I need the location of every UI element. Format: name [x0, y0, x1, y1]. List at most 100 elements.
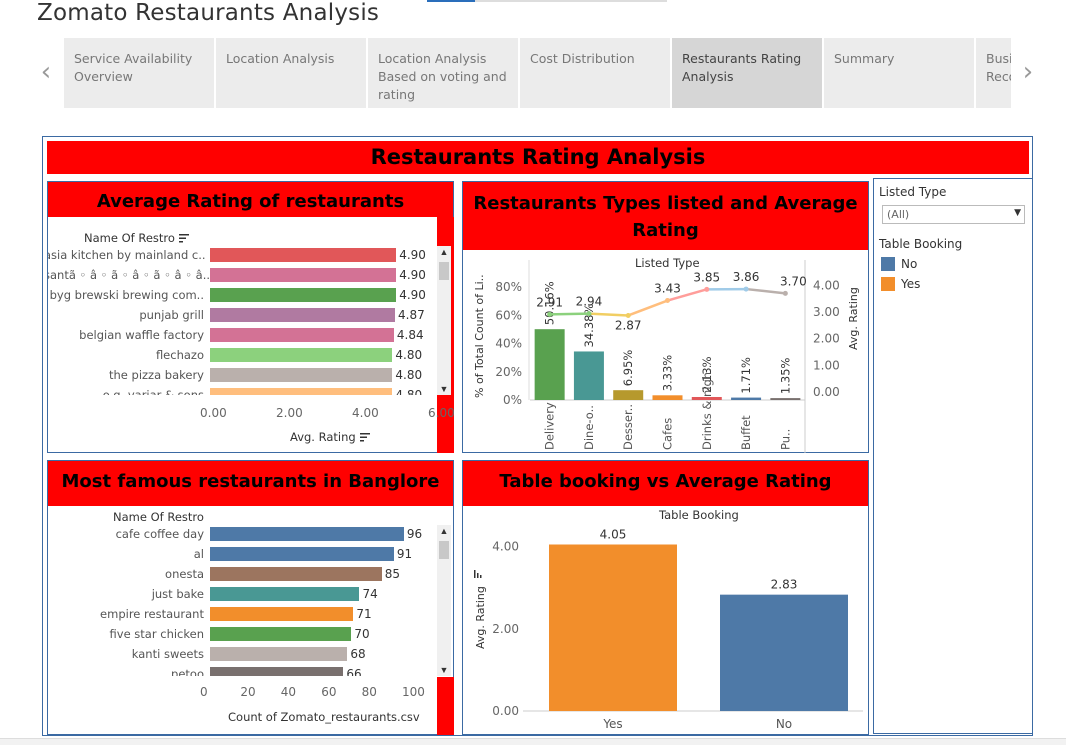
row-label: belgian waffle factory: [79, 328, 204, 342]
bar-value-label: 1.35%: [778, 357, 792, 394]
row-label: petoo: [171, 667, 204, 676]
bottom-tab-strip: [0, 738, 1066, 745]
tab-service-availability[interactable]: Service Availability Overview: [64, 38, 214, 108]
vertical-scrollbar[interactable]: ▲ ▼: [437, 246, 451, 395]
row-label: flechazo: [155, 348, 204, 362]
row-label: kanti sweets: [131, 647, 204, 661]
top-scrollbar-thumb[interactable]: [427, 0, 475, 2]
chevron-down-icon[interactable]: ▼: [1014, 208, 1021, 218]
bar[interactable]: [210, 647, 348, 661]
bar[interactable]: [720, 594, 848, 711]
restaurant-types-panel-title: Restaurants Types listed and Average Rat…: [463, 182, 868, 250]
bar-value-label: 85: [384, 567, 400, 581]
bar[interactable]: [210, 348, 393, 362]
bar[interactable]: [210, 567, 382, 581]
bar-value-label: 4.80: [395, 348, 423, 362]
bar[interactable]: [210, 328, 394, 342]
sort-icon[interactable]: [474, 570, 482, 578]
rating-point[interactable]: [704, 286, 710, 292]
bar[interactable]: [613, 390, 644, 400]
legend-label-no[interactable]: No: [901, 257, 917, 271]
rating-line-segment: [745, 287, 786, 295]
rating-point[interactable]: [547, 311, 553, 317]
rating-line-segment: [549, 312, 589, 316]
scroll-down-icon[interactable]: ▼: [437, 383, 451, 395]
tab-business-recommendations[interactable]: Business Recommendations: [976, 38, 1011, 108]
bar[interactable]: [210, 607, 354, 621]
vertical-scrollbar[interactable]: ▲ ▼: [437, 525, 451, 676]
x-axis-title[interactable]: Avg. Rating: [290, 430, 370, 444]
x-tick-label: 40: [280, 685, 297, 699]
tab-location-analysis[interactable]: Location Analysis: [216, 38, 366, 108]
famous-restaurants-panel: Most famous restaurants in Banglore Name…: [47, 460, 454, 735]
x-tick-label: 60: [321, 685, 337, 699]
bar[interactable]: [549, 544, 677, 712]
bar[interactable]: [210, 288, 397, 302]
prev-tab-arrow-icon[interactable]: ‹: [36, 58, 56, 86]
left-axis-title: % of Total Count of Li..: [473, 274, 486, 398]
row-label: onesta: [165, 567, 204, 581]
left-tick-label: 40%: [495, 337, 522, 351]
avg-rating-panel: Average Rating of restaurants Name Of Re…: [47, 181, 455, 453]
column-header[interactable]: Name Of Restro: [84, 231, 189, 245]
bar[interactable]: [534, 329, 565, 400]
table-booking-bar-chart: 4.00 2.00 0.00 Avg. Rating 4.05 Yes 2.83 No: [474, 528, 863, 731]
scroll-down-icon[interactable]: ▼: [437, 664, 451, 676]
sort-icon[interactable]: [178, 234, 189, 243]
right-tick-label: 3.00: [813, 305, 840, 319]
next-tab-arrow-icon[interactable]: ›: [1018, 58, 1038, 86]
left-tick-label: 20%: [495, 365, 522, 379]
bar[interactable]: [210, 547, 394, 561]
bar[interactable]: [731, 397, 762, 400]
bar[interactable]: [210, 248, 397, 262]
y-tick-label: 4.00: [492, 540, 519, 554]
category-label: No: [776, 717, 792, 731]
bar[interactable]: [210, 388, 393, 395]
tab-summary[interactable]: Summary: [824, 38, 974, 108]
scroll-up-icon[interactable]: ▲: [437, 246, 451, 258]
category-label: Pu..: [778, 429, 792, 450]
top-scrollbar[interactable]: [427, 0, 667, 2]
row-label: cafe coffee day: [115, 527, 204, 541]
sort-icon[interactable]: [359, 433, 370, 442]
famous-restaurants-bars: cafe coffee day 96 al 91 onesta 85 just bake 74…: [48, 525, 455, 676]
bar[interactable]: [210, 308, 396, 322]
bar[interactable]: [210, 527, 404, 541]
bar[interactable]: [210, 268, 397, 282]
bar-value-label: 1.71%: [739, 357, 753, 394]
tab-cost-distribution[interactable]: Cost Distribution: [520, 38, 670, 108]
bar[interactable]: [770, 398, 801, 400]
listed-type-filter-dropdown[interactable]: (All) ▼: [882, 205, 1025, 224]
scroll-up-icon[interactable]: ▲: [437, 525, 451, 537]
table-booking-panel-title: Table booking vs Average Rating: [463, 461, 868, 506]
rating-line-segment: [627, 299, 668, 317]
scroll-thumb[interactable]: [439, 541, 449, 559]
legend-label-yes[interactable]: Yes: [901, 277, 920, 291]
legend-swatch-yes[interactable]: [881, 277, 895, 291]
y-tick-label: 2.00: [492, 622, 519, 636]
tab-restaurants-rating-analysis[interactable]: Restaurants Rating Analysis: [672, 38, 822, 108]
category-label: Cafes: [661, 418, 675, 450]
rating-point[interactable]: [586, 311, 592, 317]
x-tick-label: 100: [402, 685, 425, 699]
tab-location-voting-rating[interactable]: Location Analysis Based on voting and ra…: [368, 38, 518, 108]
bar[interactable]: [573, 351, 604, 400]
bar-value-label: 4.90: [399, 288, 426, 302]
bar-value-label: 74: [362, 587, 378, 601]
bar-value-label: 96: [406, 527, 423, 541]
x-tick-label: 80: [361, 685, 377, 699]
right-tick-label: 4.00: [813, 278, 840, 292]
legend-swatch-no[interactable]: [881, 257, 895, 271]
rating-point[interactable]: [625, 312, 631, 318]
row-label: asia kitchen by mainland c..: [48, 248, 206, 262]
bar[interactable]: [652, 395, 683, 400]
bar[interactable]: [210, 587, 360, 601]
bar-value-label: 4.90: [399, 248, 426, 262]
rating-point[interactable]: [665, 298, 670, 304]
bar[interactable]: [210, 368, 393, 382]
bar[interactable]: [210, 667, 344, 676]
rating-point[interactable]: [743, 286, 749, 292]
bar[interactable]: [210, 627, 352, 641]
scroll-thumb[interactable]: [439, 262, 449, 280]
rating-point[interactable]: [782, 290, 788, 296]
